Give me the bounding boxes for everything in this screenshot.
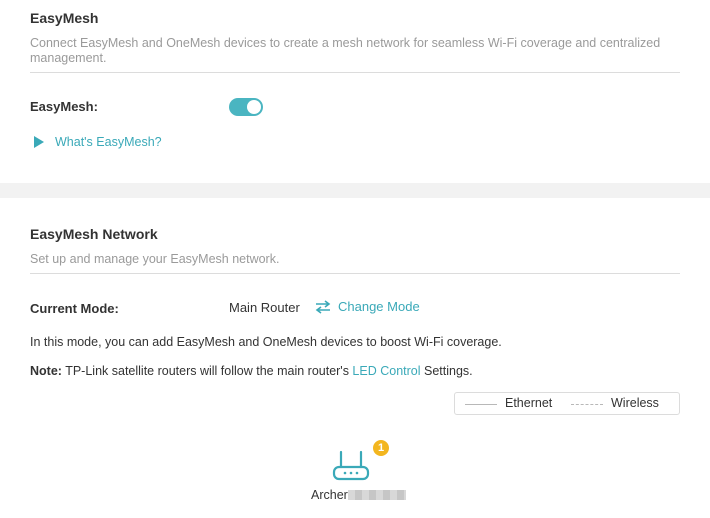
- divider: [30, 273, 680, 274]
- section-gap: [0, 183, 710, 198]
- mode-info-text: In this mode, you can add EasyMesh and O…: [30, 335, 502, 349]
- led-control-link[interactable]: LED Control: [352, 364, 420, 378]
- change-mode-button[interactable]: Change Mode: [315, 299, 420, 314]
- note-body: TP-Link satellite routers will follow th…: [61, 364, 353, 378]
- note-text: Note: TP-Link satellite routers will fol…: [30, 364, 473, 378]
- toggle-knob: [247, 100, 261, 114]
- whats-easymesh-link[interactable]: What's EasyMesh?: [34, 135, 162, 149]
- network-title: EasyMesh Network: [30, 226, 158, 242]
- note-label: Note:: [30, 364, 62, 378]
- note-end: Settings.: [420, 364, 473, 378]
- easymesh-title: EasyMesh: [30, 10, 99, 26]
- whats-easymesh-text: What's EasyMesh?: [55, 135, 162, 149]
- easymesh-toggle-label: EasyMesh:: [30, 99, 98, 114]
- wireless-legend-label: Wireless: [611, 396, 659, 410]
- device-name-text: Archer: [311, 488, 348, 502]
- connection-legend: Ethernet Wireless: [454, 392, 680, 415]
- easymesh-toggle[interactable]: [229, 98, 263, 116]
- device-count-badge: 1: [373, 440, 389, 456]
- easymesh-description: Connect EasyMesh and OneMesh devices to …: [30, 36, 661, 65]
- divider: [30, 72, 680, 73]
- current-mode-value: Main Router: [229, 300, 300, 315]
- current-mode-label: Current Mode:: [30, 301, 119, 316]
- easymesh-section: EasyMesh Connect EasyMesh and OneMesh de…: [0, 0, 710, 183]
- wireless-line-sample: [571, 404, 603, 405]
- change-mode-text: Change Mode: [338, 299, 420, 314]
- redacted-text: [347, 490, 406, 500]
- device-name: Archer: [311, 488, 406, 502]
- ethernet-line-sample: [465, 404, 497, 405]
- network-description: Set up and manage your EasyMesh network.: [30, 252, 280, 266]
- play-triangle-icon: [34, 136, 44, 148]
- router-icon[interactable]: [330, 450, 372, 484]
- ethernet-legend-label: Ethernet: [505, 396, 553, 410]
- swap-arrows-icon: [315, 299, 331, 314]
